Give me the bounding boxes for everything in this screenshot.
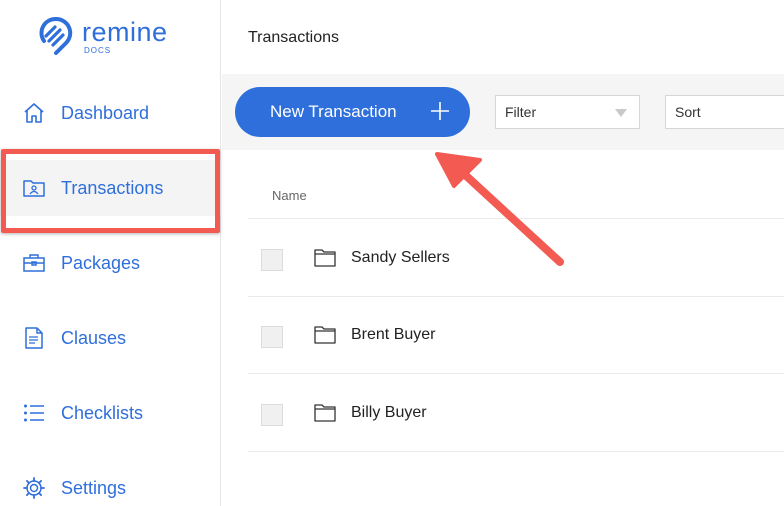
divider <box>248 451 784 452</box>
sidebar-item-settings[interactable]: Settings <box>0 460 221 506</box>
sidebar-item-clauses[interactable]: Clauses <box>0 310 221 366</box>
column-header-name[interactable]: Name <box>272 188 307 203</box>
row-checkbox[interactable] <box>261 326 283 348</box>
table-row[interactable]: Sandy Sellers <box>222 229 784 289</box>
row-name[interactable]: Sandy Sellers <box>351 249 450 267</box>
remine-logo-icon <box>39 16 73 55</box>
table-row[interactable]: Billy Buyer <box>222 384 784 444</box>
brand-sub: DOCS <box>84 46 112 55</box>
divider <box>248 373 784 374</box>
document-icon <box>22 326 46 350</box>
remine-logo[interactable]: remine DOCS <box>36 16 168 56</box>
sidebar-item-label: Clauses <box>61 327 127 348</box>
brand-name: remine <box>82 17 168 47</box>
toolbar: New Transaction Filter Sort <box>222 74 784 150</box>
filter-dropdown[interactable]: Filter <box>495 95 640 129</box>
sort-dropdown[interactable]: Sort <box>665 95 784 129</box>
row-name[interactable]: Brent Buyer <box>351 326 435 344</box>
row-name[interactable]: Billy Buyer <box>351 404 427 422</box>
chevron-down-icon <box>615 109 627 117</box>
sidebar-item-label: Packages <box>61 252 141 273</box>
main-content: Transactions New Transaction Filter Sort… <box>222 0 784 506</box>
sidebar-item-label: Checklists <box>61 402 144 423</box>
plus-icon <box>431 102 449 120</box>
sidebar-item-transactions[interactable]: Transactions <box>0 160 221 216</box>
row-checkbox[interactable] <box>261 249 283 271</box>
divider <box>248 218 784 219</box>
divider <box>248 296 784 297</box>
list-icon <box>22 401 46 425</box>
folder-user-icon <box>22 176 46 200</box>
sidebar-item-label: Settings <box>61 477 127 498</box>
gear-icon <box>22 476 46 500</box>
sidebar-item-packages[interactable]: Packages <box>0 235 221 291</box>
sort-label: Sort <box>675 104 701 120</box>
sidebar-item-checklists[interactable]: Checklists <box>0 385 221 441</box>
sidebar-item-label: Transactions <box>61 177 164 198</box>
folder-icon <box>314 326 336 344</box>
sidebar: remine DOCS Dashboard Transactions Packa… <box>0 0 221 506</box>
new-transaction-button[interactable]: New Transaction <box>235 87 470 137</box>
folder-icon <box>314 404 336 422</box>
briefcase-icon <box>22 251 46 275</box>
new-transaction-label: New Transaction <box>270 102 397 121</box>
row-checkbox[interactable] <box>261 404 283 426</box>
table-row[interactable]: Brent Buyer <box>222 306 784 366</box>
sidebar-item-label: Dashboard <box>61 102 150 123</box>
home-icon <box>22 101 46 125</box>
filter-label: Filter <box>505 104 537 120</box>
sidebar-item-dashboard[interactable]: Dashboard <box>0 85 221 141</box>
folder-icon <box>314 249 336 267</box>
page-title: Transactions <box>248 29 339 46</box>
